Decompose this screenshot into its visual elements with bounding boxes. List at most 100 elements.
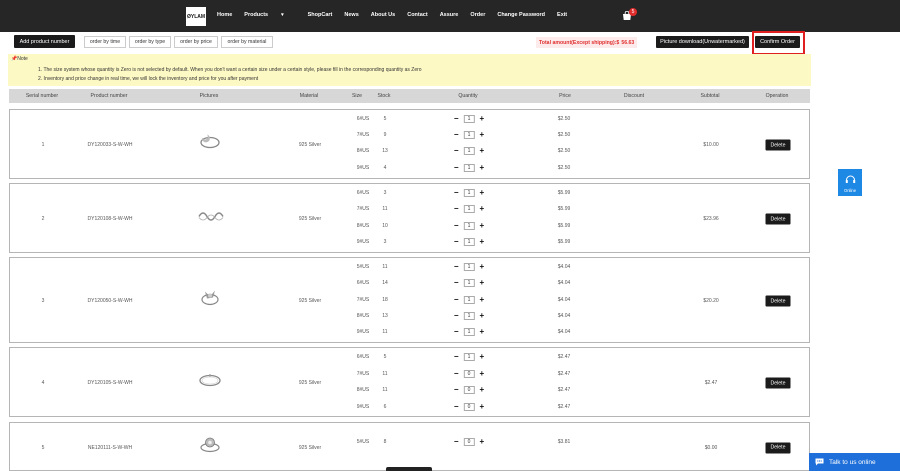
stock-count: 8 xyxy=(383,439,387,445)
quantity-stepper: −1 + xyxy=(454,189,484,197)
nav-assure[interactable]: Assure xyxy=(440,12,459,18)
plus-icon[interactable]: + xyxy=(480,353,485,361)
size-label: 7#US xyxy=(356,371,370,377)
subtotal: $2.47 xyxy=(704,380,718,386)
minus-icon[interactable]: − xyxy=(454,147,459,155)
minus-icon[interactable]: − xyxy=(454,370,459,378)
minus-icon[interactable]: − xyxy=(454,164,459,172)
product-image[interactable] xyxy=(196,289,224,314)
serial-number: 2 xyxy=(41,216,45,222)
quantity-input[interactable]: 1 xyxy=(463,205,475,213)
logo[interactable]: ØYLAM xyxy=(186,7,206,26)
minus-icon[interactable]: − xyxy=(454,263,459,271)
plus-icon[interactable]: + xyxy=(480,312,485,320)
minus-icon[interactable]: − xyxy=(454,205,459,213)
delete-button[interactable]: Delete xyxy=(765,213,791,225)
quantity-stepper: −0 + xyxy=(454,438,484,446)
bottom-tab-handle[interactable] xyxy=(386,467,432,471)
plus-icon[interactable]: + xyxy=(480,296,485,304)
quantity-input[interactable]: 0 xyxy=(463,438,475,446)
minus-icon[interactable]: − xyxy=(454,238,459,246)
sort-by-time-button[interactable]: order by time xyxy=(84,36,126,48)
plus-icon[interactable]: + xyxy=(480,328,485,336)
plus-icon[interactable]: + xyxy=(480,131,485,139)
nav-shopcart[interactable]: ShopCart xyxy=(308,12,333,18)
nav-exit[interactable]: Exit xyxy=(557,12,567,18)
product-image[interactable] xyxy=(196,371,224,396)
minus-icon[interactable]: − xyxy=(454,403,459,411)
nav-products[interactable]: Products ▾ xyxy=(244,12,295,18)
material: 925 Silver xyxy=(298,444,322,451)
sort-by-material-button[interactable]: order by material xyxy=(221,36,273,48)
product-image[interactable] xyxy=(196,133,224,158)
quantity-stepper: −1 + xyxy=(454,238,484,246)
unit-price: $5.99 xyxy=(557,206,571,212)
add-product-button[interactable]: Add product number xyxy=(14,35,75,48)
quantity-input[interactable]: 1 xyxy=(463,296,475,304)
minus-icon[interactable]: − xyxy=(454,386,459,394)
plus-icon[interactable]: + xyxy=(480,238,485,246)
plus-icon[interactable]: + xyxy=(480,370,485,378)
quantity-input[interactable]: 1 xyxy=(463,131,475,139)
minus-icon[interactable]: − xyxy=(454,328,459,336)
plus-icon[interactable]: + xyxy=(480,263,485,271)
nav-news[interactable]: News xyxy=(344,12,358,18)
delete-button[interactable]: Delete xyxy=(765,139,791,151)
nav-home[interactable]: Home xyxy=(217,12,232,18)
minus-icon[interactable]: − xyxy=(454,115,459,123)
plus-icon[interactable]: + xyxy=(480,403,485,411)
minus-icon[interactable]: − xyxy=(454,279,459,287)
delete-button[interactable]: Delete xyxy=(765,377,791,389)
minus-icon[interactable]: − xyxy=(454,131,459,139)
table-header: Serial number Product number Pictures Ma… xyxy=(9,89,810,103)
quantity-input[interactable]: 0 xyxy=(463,386,475,394)
product-image[interactable] xyxy=(196,435,224,460)
picture-download-button[interactable]: Picture download(Unwatermarked) xyxy=(656,36,749,48)
delete-button[interactable]: Delete xyxy=(765,442,791,453)
minus-icon[interactable]: − xyxy=(454,438,459,446)
minus-icon[interactable]: − xyxy=(454,222,459,230)
plus-icon[interactable]: + xyxy=(480,164,485,172)
quantity-input[interactable]: 1 xyxy=(463,328,475,336)
plus-icon[interactable]: + xyxy=(480,279,485,287)
plus-icon[interactable]: + xyxy=(480,222,485,230)
quantity-input[interactable]: 1 xyxy=(463,279,475,287)
quantity-input[interactable]: 1 xyxy=(463,353,475,361)
stock-count: 13 xyxy=(382,313,388,319)
minus-icon[interactable]: − xyxy=(454,353,459,361)
quantity-input[interactable]: 0 xyxy=(463,370,475,378)
quantity-input[interactable]: 1 xyxy=(463,222,475,230)
plus-icon[interactable]: + xyxy=(480,115,485,123)
nav-contact[interactable]: Contact xyxy=(407,12,427,18)
plus-icon[interactable]: + xyxy=(480,438,485,446)
nav-about[interactable]: About Us xyxy=(371,12,395,18)
nav-links: Home Products ▾ ShopCart News About Us Co… xyxy=(217,12,579,18)
header-stock: Stock xyxy=(377,93,391,99)
quantity-input[interactable]: 1 xyxy=(463,147,475,155)
nav-change-password[interactable]: Change Password xyxy=(497,12,545,18)
stock-count: 4 xyxy=(383,165,387,171)
stock-count: 3 xyxy=(383,190,387,196)
sort-by-type-button[interactable]: order by type xyxy=(129,36,171,48)
minus-icon[interactable]: − xyxy=(454,312,459,320)
plus-icon[interactable]: + xyxy=(480,205,485,213)
talk-to-us-button[interactable]: Talk to us online xyxy=(809,453,900,471)
quantity-input[interactable]: 0 xyxy=(463,403,475,411)
minus-icon[interactable]: − xyxy=(454,189,459,197)
quantity-input[interactable]: 1 xyxy=(463,238,475,246)
quantity-input[interactable]: 1 xyxy=(463,189,475,197)
plus-icon[interactable]: + xyxy=(480,147,485,155)
nav-order[interactable]: Order xyxy=(470,12,485,18)
total-label: Total amount(Except shipping):$ xyxy=(539,39,620,46)
delete-button[interactable]: Delete xyxy=(765,295,791,307)
minus-icon[interactable]: − xyxy=(454,296,459,304)
online-support-widget[interactable]: Online xyxy=(838,169,862,196)
plus-icon[interactable]: + xyxy=(480,386,485,394)
product-image[interactable] xyxy=(196,207,224,232)
quantity-input[interactable]: 1 xyxy=(463,115,475,123)
plus-icon[interactable]: + xyxy=(480,189,485,197)
quantity-input[interactable]: 1 xyxy=(463,263,475,271)
quantity-input[interactable]: 1 xyxy=(463,164,475,172)
quantity-input[interactable]: 1 xyxy=(463,312,475,320)
sort-by-price-button[interactable]: order by price xyxy=(174,36,218,48)
